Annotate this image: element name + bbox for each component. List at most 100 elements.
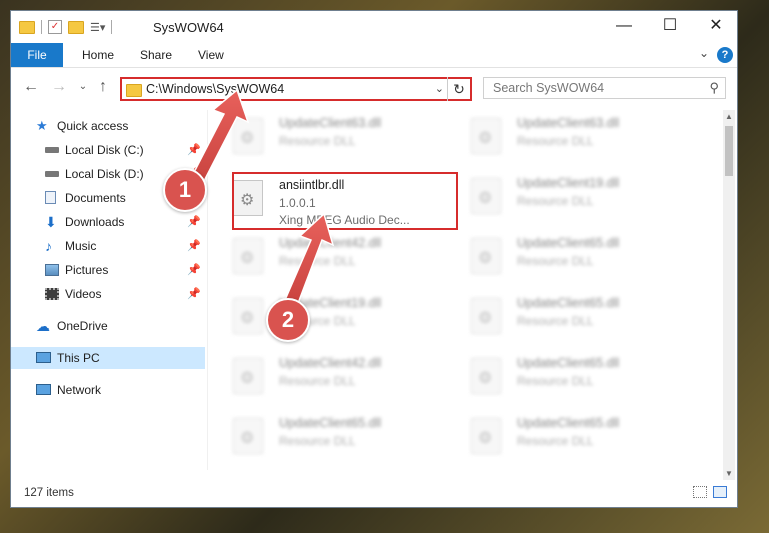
navigation-bar: ← → ⌄ ↑ C:\Windows\SysWOW64 ⌄ ↻ Search S… bbox=[11, 68, 737, 108]
music-icon: ♪ bbox=[45, 238, 52, 254]
tab-view[interactable]: View bbox=[198, 43, 224, 67]
sidebar-item-network[interactable]: Network bbox=[11, 379, 205, 401]
address-path[interactable]: C:\Windows\SysWOW64 bbox=[146, 82, 284, 96]
file-item[interactable]: UpdateClient63.dll Resource DLL bbox=[221, 110, 451, 166]
file-item[interactable]: UpdateClient63.dll Resource DLL bbox=[459, 110, 689, 166]
sidebar-item-label: Documents bbox=[65, 191, 126, 205]
pin-icon: 📌 bbox=[187, 216, 201, 228]
pin-icon: 📌 bbox=[187, 144, 201, 156]
sidebar-item-pictures[interactable]: Pictures 📌 bbox=[11, 259, 205, 281]
sidebar-item-label: Local Disk (C:) bbox=[65, 143, 144, 157]
forward-icon[interactable]: → bbox=[49, 78, 69, 96]
dll-file-icon bbox=[233, 238, 263, 274]
file-item[interactable]: UpdateClient19.dll Resource DLL bbox=[221, 290, 451, 346]
sidebar-item-music[interactable]: ♪ Music 📌 bbox=[11, 235, 205, 257]
help-icon[interactable]: ? bbox=[717, 47, 733, 63]
file-type: Resource DLL bbox=[517, 194, 594, 208]
back-icon[interactable]: ← bbox=[21, 78, 41, 96]
up-icon[interactable]: ↑ bbox=[93, 78, 113, 96]
vertical-scrollbar[interactable]: ▲ ▼ bbox=[723, 110, 735, 480]
network-icon bbox=[36, 384, 51, 395]
computer-icon bbox=[36, 352, 51, 363]
sidebar-item-label: Videos bbox=[65, 287, 102, 301]
recent-locations-icon[interactable]: ⌄ bbox=[73, 81, 93, 92]
refresh-icon[interactable]: ↻ bbox=[447, 77, 470, 101]
file-name: UpdateClient63.dll bbox=[517, 116, 620, 130]
file-item[interactable]: UpdateClient65.dll Resource DLL bbox=[459, 410, 689, 466]
search-icon[interactable]: ⚲ bbox=[709, 80, 719, 96]
scroll-up-icon[interactable]: ▲ bbox=[723, 112, 735, 121]
item-count: 127 items bbox=[24, 487, 74, 499]
scroll-down-icon[interactable]: ▼ bbox=[723, 469, 735, 478]
folder-icon bbox=[19, 20, 35, 34]
address-bar[interactable]: C:\Windows\SysWOW64 ⌄ ↻ bbox=[120, 77, 472, 101]
file-type: Resource DLL bbox=[279, 254, 356, 268]
document-icon bbox=[45, 191, 56, 204]
file-name: UpdateClient65.dll bbox=[279, 416, 382, 430]
sidebar-item-quick-access[interactable]: ★ Quick access bbox=[11, 115, 205, 137]
tab-share[interactable]: Share bbox=[140, 43, 172, 67]
tab-file[interactable]: File bbox=[11, 43, 63, 67]
dll-file-icon bbox=[471, 358, 501, 394]
title-bar: ✓ ☰▾ SysWOW64 — ☐ ✕ bbox=[11, 11, 737, 43]
file-name: UpdateClient63.dll bbox=[279, 116, 382, 130]
sidebar-item-videos[interactable]: Videos 📌 bbox=[11, 283, 205, 305]
tab-home[interactable]: Home bbox=[82, 43, 114, 67]
large-icons-view-icon[interactable] bbox=[713, 486, 727, 498]
file-type: Resource DLL bbox=[517, 254, 594, 268]
new-folder-icon[interactable] bbox=[68, 20, 84, 34]
file-name: UpdateClient19.dll bbox=[517, 176, 620, 190]
sidebar-item-label: Pictures bbox=[65, 263, 109, 277]
close-button[interactable]: ✕ bbox=[693, 11, 739, 43]
chevron-down-icon[interactable]: ⌄ bbox=[435, 82, 444, 95]
file-item[interactable]: UpdateClient42.dll Resource DLL bbox=[221, 230, 451, 286]
pin-icon: 📌 bbox=[187, 264, 201, 276]
file-item[interactable]: UpdateClient65.dll Resource DLL bbox=[459, 350, 689, 406]
maximize-button[interactable]: ☐ bbox=[647, 11, 693, 43]
pane-divider[interactable] bbox=[207, 110, 208, 470]
sidebar-item-label: OneDrive bbox=[57, 319, 108, 333]
dll-file-icon bbox=[471, 418, 501, 454]
file-type: Resource DLL bbox=[517, 374, 594, 388]
file-item[interactable]: UpdateClient65.dll Resource DLL bbox=[221, 410, 451, 466]
file-name: UpdateClient42.dll bbox=[279, 236, 382, 250]
ribbon-tabs: File Home Share View ⌄ ? bbox=[11, 43, 737, 68]
file-name: UpdateClient42.dll bbox=[279, 356, 382, 370]
status-bar: 127 items bbox=[11, 479, 737, 507]
file-item[interactable]: UpdateClient65.dll Resource DLL bbox=[459, 290, 689, 346]
sidebar-item-this-pc[interactable]: This PC bbox=[11, 347, 205, 369]
drive-icon bbox=[45, 171, 59, 177]
search-placeholder: Search SysWOW64 bbox=[493, 81, 605, 95]
cloud-icon: ☁ bbox=[36, 318, 50, 334]
quick-access-toolbar: ✓ ☰▾ bbox=[19, 20, 113, 34]
sidebar-item-label: Music bbox=[65, 239, 97, 253]
highlight-box bbox=[232, 172, 458, 230]
pictures-icon bbox=[45, 264, 59, 276]
folder-icon bbox=[126, 84, 142, 97]
scroll-thumb[interactable] bbox=[725, 126, 733, 176]
file-item[interactable]: UpdateClient19.dll Resource DLL bbox=[459, 170, 689, 226]
file-type: Resource DLL bbox=[517, 434, 594, 448]
sidebar-item-label: Quick access bbox=[57, 119, 129, 133]
file-type: Resource DLL bbox=[279, 134, 356, 148]
customize-toolbar-icon[interactable]: ☰▾ bbox=[90, 21, 105, 34]
details-view-icon[interactable] bbox=[693, 486, 707, 498]
properties-icon[interactable]: ✓ bbox=[48, 20, 62, 34]
search-input[interactable]: Search SysWOW64 ⚲ bbox=[483, 77, 726, 99]
sidebar-item-onedrive[interactable]: ☁ OneDrive bbox=[11, 315, 205, 337]
dll-file-icon bbox=[471, 178, 501, 214]
file-item[interactable]: UpdateClient42.dll Resource DLL bbox=[221, 350, 451, 406]
file-type: Resource DLL bbox=[517, 314, 594, 328]
sidebar-item-label: Network bbox=[57, 383, 102, 397]
minimize-button[interactable]: — bbox=[601, 11, 647, 43]
sidebar-item-downloads[interactable]: ⬇ Downloads 📌 bbox=[11, 211, 205, 233]
file-item[interactable]: UpdateClient65.dll Resource DLL bbox=[459, 230, 689, 286]
expand-ribbon-icon[interactable]: ⌄ bbox=[699, 46, 709, 60]
file-list: UpdateClient63.dll Resource DLL ansiintl… bbox=[221, 110, 721, 480]
sidebar-item-local-disk-c[interactable]: Local Disk (C:) 📌 bbox=[11, 139, 205, 161]
step-2-badge: 2 bbox=[266, 298, 310, 342]
explorer-window: ✓ ☰▾ SysWOW64 — ☐ ✕ File Home Share View… bbox=[10, 10, 738, 508]
sidebar-item-label: This PC bbox=[57, 351, 100, 365]
toolbar-divider bbox=[111, 20, 113, 34]
file-name: UpdateClient65.dll bbox=[517, 416, 620, 430]
